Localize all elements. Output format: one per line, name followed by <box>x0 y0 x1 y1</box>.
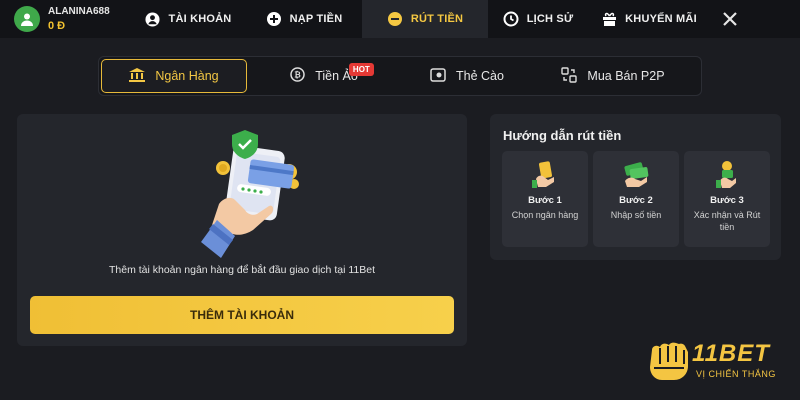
tab-bank-label: Ngân Hàng <box>155 69 219 83</box>
nav-promotion-label: KHUYẾN MÃI <box>625 13 697 25</box>
tab-p2p-label: Mua Bán P2P <box>587 69 665 83</box>
nav-withdraw[interactable]: RÚT TIỀN <box>362 0 488 38</box>
guide-step-3: Bước 3 Xác nhận và Rút tiền <box>684 151 770 247</box>
brand-logo: 11BET VỊ CHIẾN THẮNG <box>646 336 786 388</box>
card-icon <box>430 67 446 85</box>
close-icon <box>723 12 737 26</box>
balance: 0 Đ <box>48 20 66 32</box>
guide-steps: Bước 1 Chọn ngân hàng Bước 2 Nhập số tiề… <box>502 151 770 247</box>
fist-logo-icon <box>650 342 688 380</box>
step-3-desc: Xác nhận và Rút tiền <box>693 210 761 232</box>
enter-amount-icon <box>624 162 649 187</box>
tab-bank[interactable]: Ngân Hàng <box>101 59 247 93</box>
add-account-button[interactable]: THÊM TÀI KHOẢN <box>30 296 454 334</box>
bank-account-panel: Thêm tài khoản ngân hàng để bắt đầu giao… <box>17 114 467 346</box>
nav-deposit[interactable]: NẠP TIỀN <box>246 0 362 38</box>
guide-step-2: Bước 2 Nhập số tiền <box>593 151 679 247</box>
withdraw-method-tabs: Ngân Hàng ₿ Tiền Ảo HOT Thẻ Cào Mua Bán … <box>98 56 702 96</box>
guide-step-1: Bước 1 Chọn ngân hàng <box>502 151 588 247</box>
select-bank-icon <box>532 161 554 188</box>
step-1-title: Bước 1 <box>528 195 562 206</box>
guide-title: Hướng dẫn rút tiền <box>503 128 622 143</box>
nav-promotion[interactable]: KHUYẾN MÃI <box>588 0 710 38</box>
tab-p2p[interactable]: Mua Bán P2P <box>533 59 693 93</box>
user-info[interactable]: ALANINA688 0 Đ <box>0 0 130 38</box>
tab-scratch-card[interactable]: Thẻ Cào <box>401 59 533 93</box>
account-icon <box>145 11 161 27</box>
avatar <box>14 6 40 32</box>
step-2-desc: Nhập số tiền <box>610 210 662 220</box>
hot-badge: HOT <box>348 63 374 76</box>
p2p-icon <box>561 66 578 86</box>
withdraw-guide-panel: Hướng dẫn rút tiền Bước 1 Chọn ngân hàng… <box>490 114 781 260</box>
top-nav: ALANINA688 0 Đ TÀI KHOẢN NẠP TIỀN RÚT TI… <box>0 0 800 38</box>
withdraw-icon <box>387 11 403 27</box>
promotion-icon <box>601 11 617 27</box>
tab-crypto-label-wrap: Tiền Ảo HOT <box>315 63 374 83</box>
nav-deposit-label: NẠP TIỀN <box>289 13 343 25</box>
nav-account[interactable]: TÀI KHOẢN <box>130 0 246 38</box>
history-icon <box>503 11 519 27</box>
nav-history[interactable]: LỊCH SỬ <box>488 0 588 38</box>
tab-crypto[interactable]: ₿ Tiền Ảo HOT <box>247 59 401 93</box>
add-bank-prompt: Thêm tài khoản ngân hàng để bắt đầu giao… <box>108 264 375 276</box>
phone-hand-illustration <box>201 130 299 258</box>
brand-slogan: VỊ CHIẾN THẮNG <box>696 369 776 379</box>
step-3-title: Bước 3 <box>710 195 744 206</box>
tab-scratch-card-label: Thẻ Cào <box>456 69 504 83</box>
close-button[interactable] <box>710 0 750 38</box>
bank-icon <box>129 67 146 85</box>
username: ALANINA688 <box>48 6 110 17</box>
confirm-withdraw-icon <box>716 161 736 188</box>
nav-withdraw-label: RÚT TIỀN <box>410 13 464 25</box>
crypto-icon: ₿ <box>290 67 305 85</box>
nav-account-label: TÀI KHOẢN <box>168 13 232 25</box>
step-2-title: Bước 2 <box>619 195 653 206</box>
deposit-icon <box>266 11 282 27</box>
step-1-desc: Chọn ngân hàng <box>511 210 579 220</box>
brand-name: 11BET <box>692 340 770 367</box>
svg-text:₿: ₿ <box>294 71 301 80</box>
user-icon <box>21 13 33 26</box>
nav-history-label: LỊCH SỬ <box>526 13 574 25</box>
